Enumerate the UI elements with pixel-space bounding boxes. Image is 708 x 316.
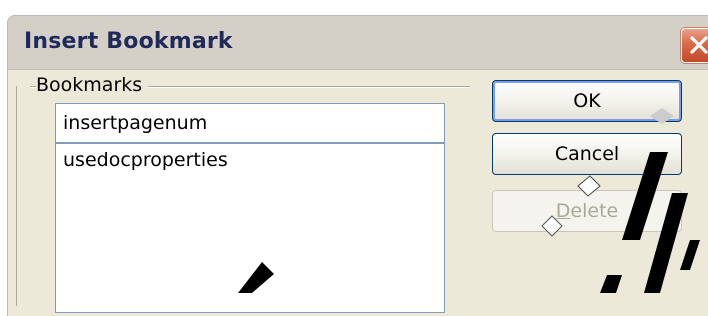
- close-button[interactable]: [681, 28, 708, 63]
- delete-button[interactable]: Delete: [492, 190, 682, 232]
- bookmarks-group-label: Bookmarks: [36, 74, 149, 96]
- bookmarks-list[interactable]: usedocproperties: [55, 143, 445, 313]
- title-bar[interactable]: Insert Bookmark: [8, 16, 708, 70]
- delete-accelerator: D: [555, 200, 571, 222]
- group-frame-left: [16, 86, 17, 306]
- delete-label-rest: elete: [570, 200, 619, 222]
- cancel-button[interactable]: Cancel: [492, 133, 682, 175]
- close-icon: [690, 36, 708, 54]
- dialog-title: Insert Bookmark: [24, 29, 233, 54]
- list-item[interactable]: usedocproperties: [56, 144, 444, 177]
- ok-button[interactable]: OK: [492, 80, 682, 122]
- bookmark-name-input[interactable]: insertpagenum: [55, 103, 445, 143]
